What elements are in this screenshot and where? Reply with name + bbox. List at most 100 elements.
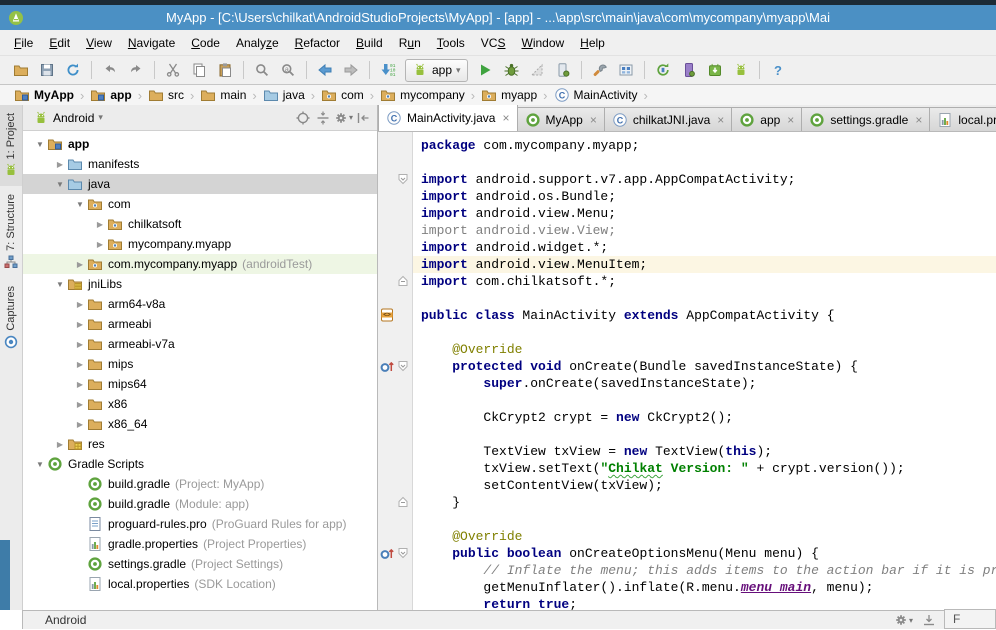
- menu-build[interactable]: Build: [348, 33, 391, 53]
- tree-item-build-gradle[interactable]: build.gradle(Module: app): [23, 494, 377, 514]
- chevron-collapsed-icon[interactable]: ▶: [93, 220, 107, 229]
- tree-item-armeabi[interactable]: ▶armeabi: [23, 314, 377, 334]
- gradle-sync-button[interactable]: [651, 58, 675, 82]
- menu-analyze[interactable]: Analyze: [228, 33, 287, 53]
- redo-button[interactable]: [124, 58, 148, 82]
- menu-edit[interactable]: Edit: [41, 33, 78, 53]
- chevron-expanded-icon[interactable]: ▼: [73, 200, 87, 209]
- editor-tab-settings-gradle[interactable]: settings.gradle×: [801, 107, 930, 131]
- breadcrumb-mycompany[interactable]: mycompany: [378, 87, 467, 103]
- breadcrumb-myapp[interactable]: MyApp: [12, 87, 76, 103]
- project-view-selector[interactable]: Android ▾: [27, 108, 109, 128]
- chevron-collapsed-icon[interactable]: ▶: [53, 440, 67, 449]
- tool-button----structure[interactable]: 7: Structure: [0, 186, 22, 278]
- help-button[interactable]: ?: [766, 58, 790, 82]
- tree-item-proguard-rules-pro[interactable]: proguard-rules.pro(ProGuard Rules for ap…: [23, 514, 377, 534]
- chevron-collapsed-icon[interactable]: ▶: [73, 420, 87, 429]
- override-icon[interactable]: [379, 545, 395, 561]
- gear-button[interactable]: ▾: [333, 108, 353, 128]
- code-editor[interactable]: <> package com.mycompany.myapp; import a…: [378, 132, 996, 610]
- chevron-collapsed-icon[interactable]: ▶: [93, 240, 107, 249]
- hide-down-button[interactable]: [919, 610, 939, 630]
- project-structure-button[interactable]: [588, 58, 612, 82]
- chevron-collapsed-icon[interactable]: ▶: [53, 160, 67, 169]
- chevron-collapsed-icon[interactable]: ▶: [73, 320, 87, 329]
- avd-manager-button[interactable]: [614, 58, 638, 82]
- editor-tab-myapp[interactable]: MyApp×: [517, 107, 605, 131]
- chevron-expanded-icon[interactable]: ▼: [33, 140, 47, 149]
- back-button[interactable]: [313, 58, 337, 82]
- tree-item-armeabi-v7a[interactable]: ▶armeabi-v7a: [23, 334, 377, 354]
- editor-tab-app[interactable]: app×: [731, 107, 802, 131]
- tool-button-captures[interactable]: Captures: [0, 278, 22, 358]
- breadcrumb-src[interactable]: src: [146, 87, 186, 103]
- editor-tab-mainactivity-java[interactable]: CMainActivity.java×: [378, 105, 518, 132]
- close-icon[interactable]: ×: [915, 113, 922, 127]
- tree-item-arm64-v8a[interactable]: ▶arm64-v8a: [23, 294, 377, 314]
- menu-code[interactable]: Code: [183, 33, 228, 53]
- sdk-manager-button[interactable]: [703, 58, 727, 82]
- menu-refactor[interactable]: Refactor: [287, 33, 348, 53]
- tree-item-com-mycompany-myapp[interactable]: ▶com.mycompany.myapp(androidTest): [23, 254, 377, 274]
- chevron-collapsed-icon[interactable]: ▶: [73, 300, 87, 309]
- tree-item-gradle-scripts[interactable]: ▼Gradle Scripts: [23, 454, 377, 474]
- cut-button[interactable]: [161, 58, 185, 82]
- close-icon[interactable]: ×: [590, 113, 597, 127]
- tree-item-x86-64[interactable]: ▶x86_64: [23, 414, 377, 434]
- chevron-expanded-icon[interactable]: ▼: [33, 460, 47, 469]
- fold-open-icon[interactable]: [395, 358, 411, 374]
- close-icon[interactable]: ×: [787, 113, 794, 127]
- tree-item-jnilibs[interactable]: ▼jniLibs: [23, 274, 377, 294]
- menu-vcs[interactable]: VCS: [473, 33, 514, 53]
- tree-item-com[interactable]: ▼com: [23, 194, 377, 214]
- undo-button[interactable]: [98, 58, 122, 82]
- forward-button[interactable]: [339, 58, 363, 82]
- menu-navigate[interactable]: Navigate: [120, 33, 183, 53]
- paste-button[interactable]: [213, 58, 237, 82]
- save-all-button[interactable]: [35, 58, 59, 82]
- tree-item-mips[interactable]: ▶mips: [23, 354, 377, 374]
- chevron-expanded-icon[interactable]: ▼: [53, 280, 67, 289]
- breadcrumb-com[interactable]: com: [319, 87, 366, 103]
- debug-button[interactable]: [499, 58, 523, 82]
- tree-item-gradle-properties[interactable]: gradle.properties(Project Properties): [23, 534, 377, 554]
- tree-item-mips64[interactable]: ▶mips64: [23, 374, 377, 394]
- breadcrumb-mainactivity[interactable]: CMainActivity: [552, 87, 640, 103]
- fold-open-icon[interactable]: [395, 545, 411, 561]
- breadcrumb-app[interactable]: app: [88, 87, 133, 103]
- tree-item-local-properties[interactable]: local.properties(SDK Location): [23, 574, 377, 594]
- tree-item-res[interactable]: ▶res: [23, 434, 377, 454]
- run-button[interactable]: [473, 58, 497, 82]
- tree-item-manifests[interactable]: ▶manifests: [23, 154, 377, 174]
- tree-item-build-gradle[interactable]: build.gradle(Project: MyApp): [23, 474, 377, 494]
- locate-button[interactable]: [293, 108, 313, 128]
- close-icon[interactable]: ×: [717, 113, 724, 127]
- override-icon[interactable]: [379, 358, 395, 374]
- tool-button----project[interactable]: 1: Project: [0, 105, 22, 186]
- copy-button[interactable]: [187, 58, 211, 82]
- close-icon[interactable]: ×: [502, 111, 509, 125]
- tree-item-chilkatsoft[interactable]: ▶chilkatsoft: [23, 214, 377, 234]
- tree-item-app[interactable]: ▼app: [23, 134, 377, 154]
- make-project-button[interactable]: 011001: [376, 58, 400, 82]
- chevron-collapsed-icon[interactable]: ▶: [73, 380, 87, 389]
- chevron-collapsed-icon[interactable]: ▶: [73, 360, 87, 369]
- find-button[interactable]: [250, 58, 274, 82]
- breadcrumb-java[interactable]: java: [261, 87, 307, 103]
- menu-help[interactable]: Help: [572, 33, 613, 53]
- replace-button[interactable]: a: [276, 58, 300, 82]
- corner-tool-button[interactable]: F: [944, 609, 996, 629]
- run-configuration-select[interactable]: app▾: [405, 59, 468, 82]
- menu-view[interactable]: View: [78, 33, 120, 53]
- breadcrumb-main[interactable]: main: [198, 87, 248, 103]
- hide-panel-button[interactable]: [353, 108, 373, 128]
- tree-item-x86[interactable]: ▶x86: [23, 394, 377, 414]
- device-monitor-button[interactable]: [677, 58, 701, 82]
- run-coverage-button[interactable]: [525, 58, 549, 82]
- fold-end-icon[interactable]: [395, 273, 411, 289]
- chevron-collapsed-icon[interactable]: ▶: [73, 260, 87, 269]
- sync-files-button[interactable]: [61, 58, 85, 82]
- menu-window[interactable]: Window: [513, 33, 572, 53]
- tree-item-settings-gradle[interactable]: settings.gradle(Project Settings): [23, 554, 377, 574]
- menu-tools[interactable]: Tools: [429, 33, 473, 53]
